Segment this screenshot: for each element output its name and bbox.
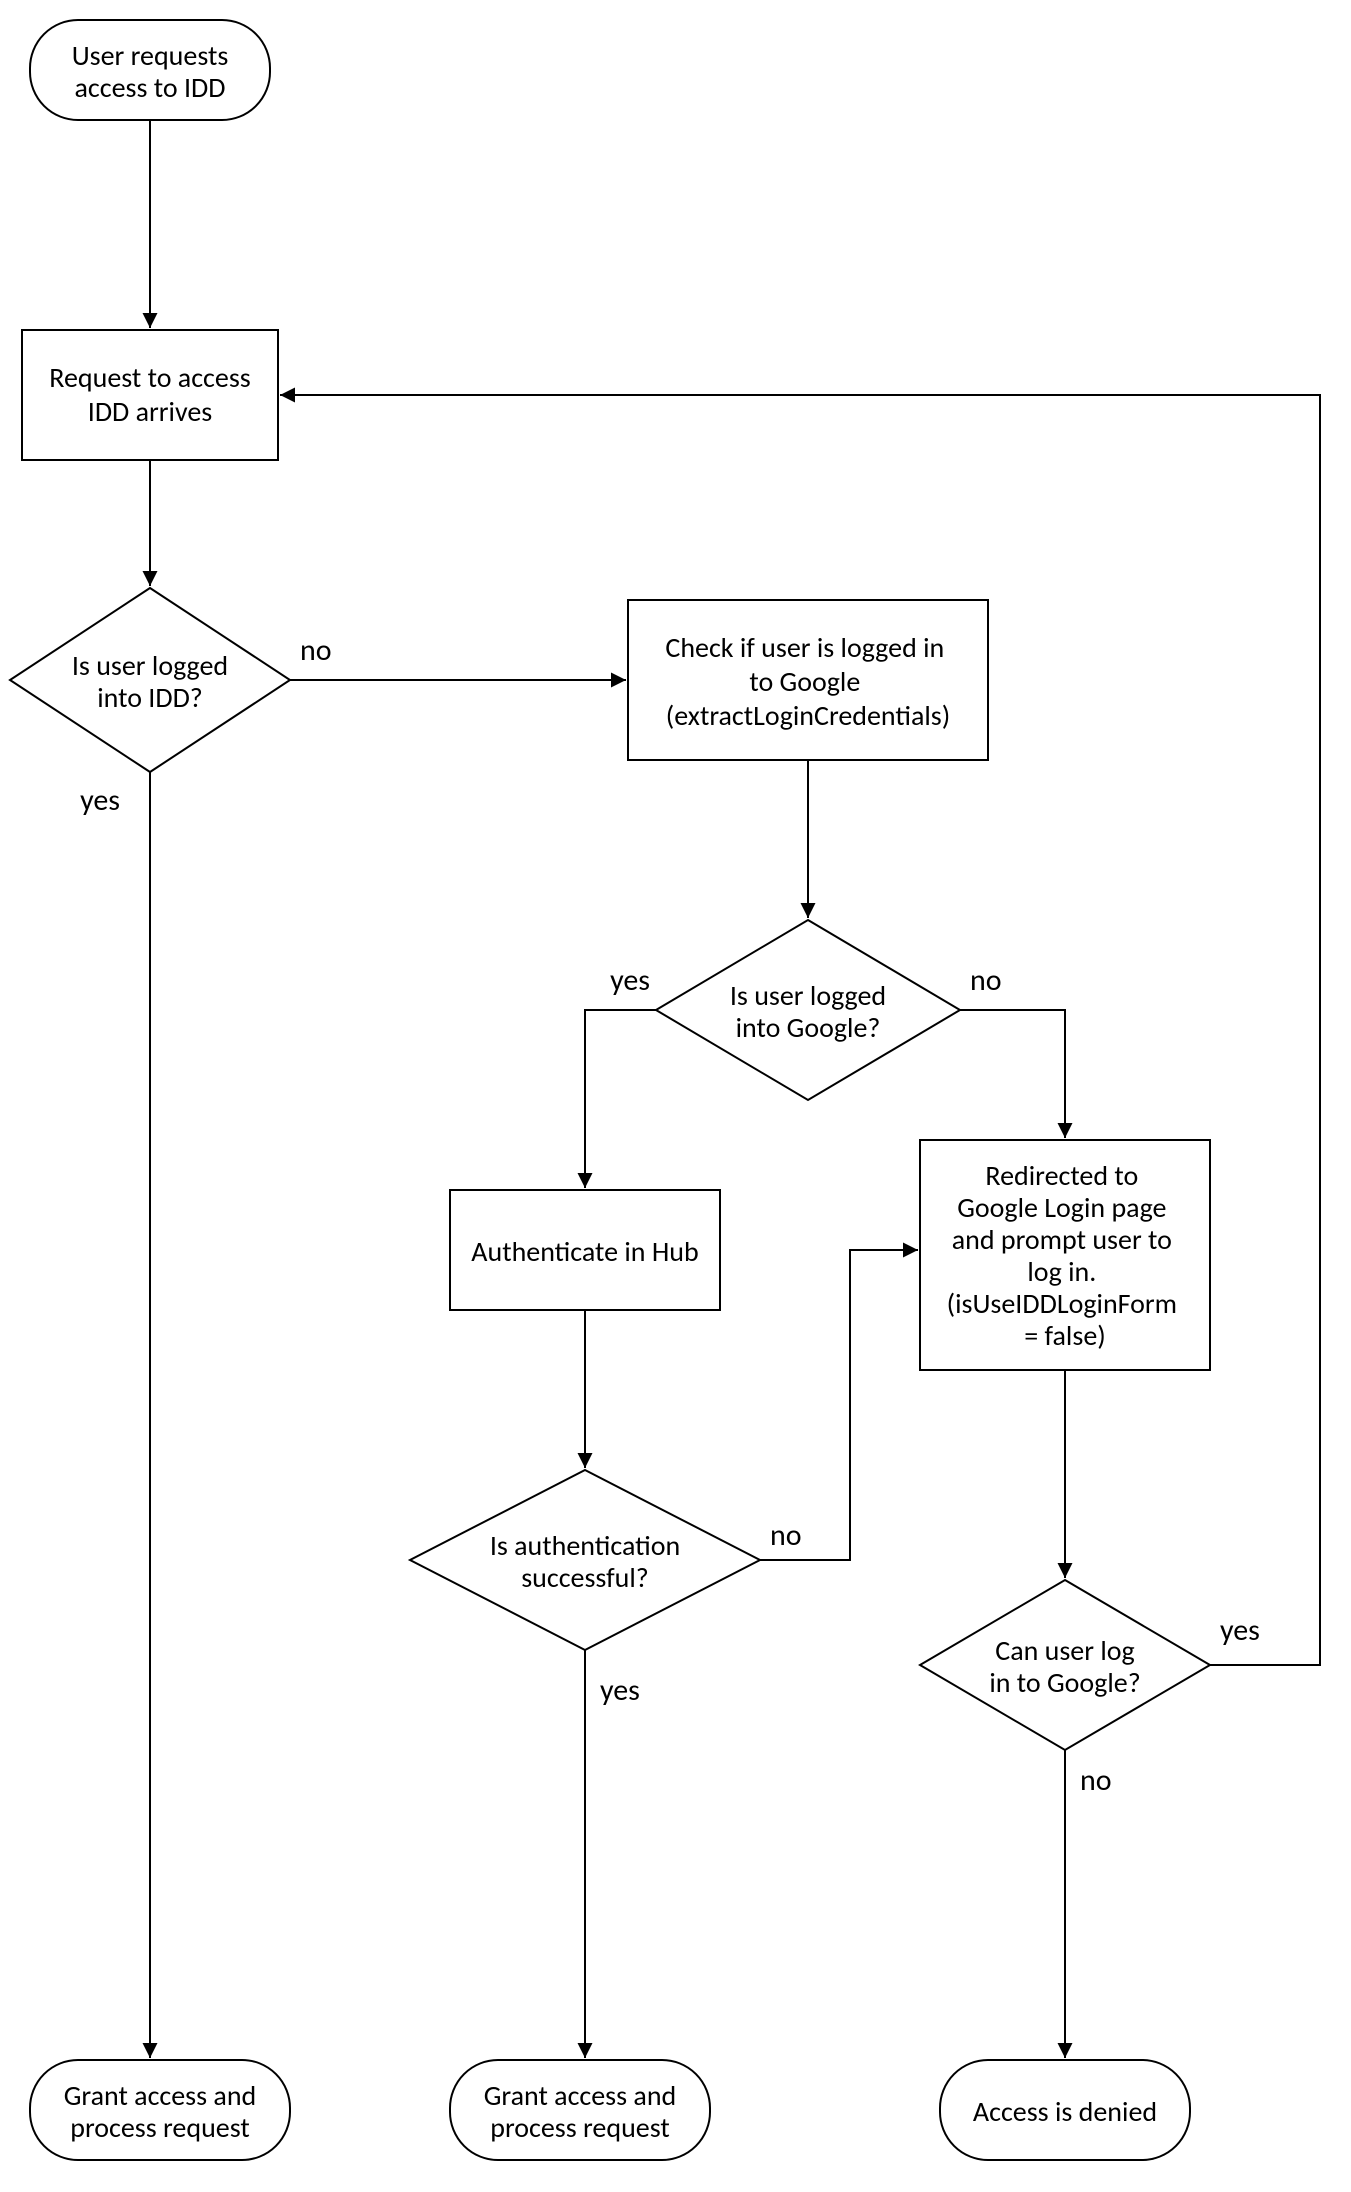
label-q-idd-yes: yes <box>80 782 120 819</box>
edge-q-auth-no <box>760 1250 918 1560</box>
svg-text:Authenticate in Hub: Authenticate in Hub <box>471 1234 698 1269</box>
svg-text:Is user loggedinto Google?: Is user loggedinto Google? <box>730 978 886 1045</box>
node-decision-can-login-google: Can user login to Google? <box>920 1580 1210 1750</box>
node-decision-auth-successful: Is authenticationsuccessful? <box>410 1470 760 1650</box>
svg-text:Grant access andprocess reques: Grant access andprocess request <box>484 2078 677 2145</box>
label-q-google-no: no <box>970 962 1002 999</box>
node-redirect-google-login: Redirected to Google Login page and prom… <box>920 1140 1210 1370</box>
node-start: User requestsaccess to IDD <box>30 20 270 120</box>
label-q-auth-no: no <box>770 1517 802 1554</box>
svg-text:User requestsaccess to IDD: User requestsaccess to IDD <box>72 38 229 105</box>
flowchart-canvas: User requestsaccess to IDD Request to ac… <box>0 0 1351 2192</box>
node-grant-access-1: Grant access andprocess request <box>30 2060 290 2160</box>
node-decision-logged-google: Is user loggedinto Google? <box>656 920 960 1100</box>
label-q-can-no: no <box>1080 1762 1112 1799</box>
edge-q-google-yes <box>585 1010 656 1188</box>
node-authenticate-hub: Authenticate in Hub <box>450 1190 720 1310</box>
node-decision-logged-idd: Is user loggedinto IDD? <box>10 588 290 772</box>
label-q-auth-yes: yes <box>600 1672 640 1709</box>
edge-q-google-no <box>960 1010 1065 1138</box>
label-q-idd-no: no <box>300 632 332 669</box>
label-q-can-yes: yes <box>1220 1612 1260 1649</box>
node-check-google-login: Check if user is logged in to Google (ex… <box>628 600 988 760</box>
node-grant-access-2: Grant access andprocess request <box>450 2060 710 2160</box>
label-q-google-yes: yes <box>610 962 650 999</box>
svg-text:Access is denied: Access is denied <box>973 2094 1157 2129</box>
svg-text:Grant access andprocess reques: Grant access andprocess request <box>64 2078 257 2145</box>
node-request-arrives: Request to accessIDD arrives <box>22 330 278 460</box>
node-access-denied: Access is denied <box>940 2060 1190 2160</box>
svg-text:Can user login to Google?: Can user login to Google? <box>989 1633 1140 1700</box>
